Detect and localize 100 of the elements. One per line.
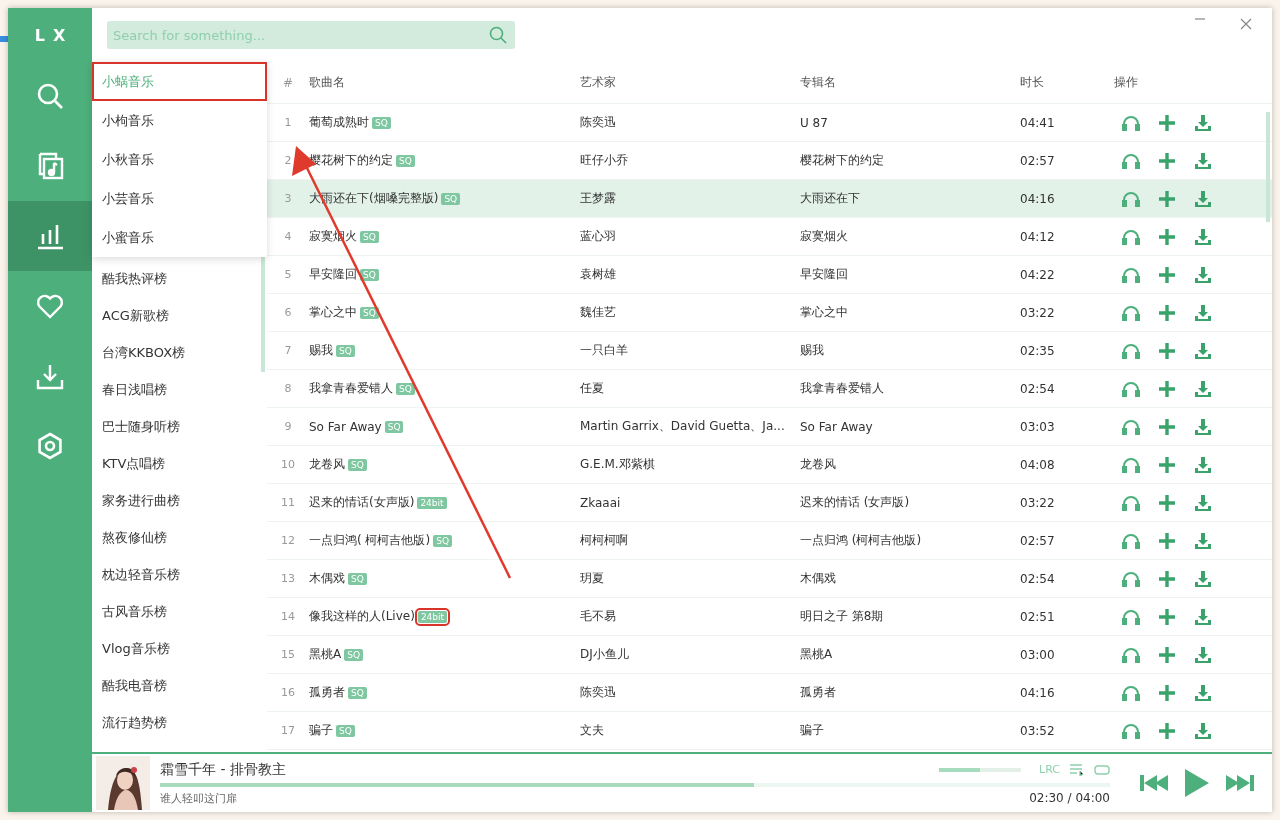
nav-chart-button[interactable] — [8, 201, 92, 271]
chart-list-item[interactable]: 流行趋势榜 — [92, 704, 267, 741]
add-icon[interactable] — [1158, 417, 1176, 436]
song-row[interactable]: 13 木偶戏 SQ 玥夏 木偶戏 02:54 — [267, 560, 1272, 598]
download-icon[interactable] — [1194, 683, 1212, 702]
chart-list-item[interactable]: ACG新歌榜 — [92, 297, 267, 334]
song-row[interactable]: 1 葡萄成熟时 SQ 陈奕迅 U 87 04:41 — [267, 104, 1272, 142]
download-icon[interactable] — [1194, 569, 1212, 588]
headphones-icon[interactable] — [1122, 304, 1140, 321]
add-icon[interactable] — [1158, 683, 1176, 702]
add-icon[interactable] — [1158, 189, 1176, 208]
song-row[interactable]: 16 孤勇者 SQ 陈奕迅 孤勇者 04:16 — [267, 674, 1272, 712]
song-row[interactable]: 8 我拿青春爱错人 SQ 任夏 我拿青春爱错人 02:54 — [267, 370, 1272, 408]
source-menu-item[interactable]: 小秋音乐 — [92, 140, 267, 179]
chart-list-item[interactable]: 枕边轻音乐榜 — [92, 556, 267, 593]
volume-slider[interactable] — [939, 767, 1022, 772]
add-icon[interactable] — [1158, 721, 1176, 740]
headphones-icon[interactable] — [1122, 342, 1140, 359]
download-icon[interactable] — [1194, 417, 1212, 436]
headphones-icon[interactable] — [1122, 152, 1140, 169]
add-icon[interactable] — [1158, 265, 1176, 284]
add-icon[interactable] — [1158, 607, 1176, 626]
song-row[interactable]: 11 迟来的情话(女声版) 24bit Zkaaai 迟来的情话 (女声版) 03:22 — [267, 484, 1272, 522]
play-icon[interactable] — [1184, 768, 1210, 798]
add-icon[interactable] — [1158, 379, 1176, 398]
add-icon[interactable] — [1158, 303, 1176, 322]
song-row[interactable]: 5 早安隆回 SQ 袁树雄 早安隆回 04:22 — [267, 256, 1272, 294]
chart-list-item[interactable]: 春日浅唱榜 — [92, 371, 267, 408]
headphones-icon[interactable] — [1122, 228, 1140, 245]
headphones-icon[interactable] — [1122, 722, 1140, 739]
previous-icon[interactable] — [1140, 773, 1170, 793]
download-icon[interactable] — [1194, 607, 1212, 626]
song-title: 我拿青春爱错人 — [309, 380, 393, 397]
source-menu-item[interactable]: 小芸音乐 — [92, 179, 267, 218]
headphones-icon[interactable] — [1122, 608, 1140, 625]
download-icon[interactable] — [1194, 721, 1212, 740]
add-icon[interactable] — [1158, 113, 1176, 132]
chart-list-item[interactable]: 家务进行曲榜 — [92, 482, 267, 519]
chart-list-item[interactable]: KTV点唱榜 — [92, 445, 267, 482]
loop-icon[interactable] — [1094, 762, 1110, 777]
quality-tag: SQ — [360, 230, 379, 243]
scrollbar-thumb[interactable] — [1266, 112, 1270, 222]
artist-cell-text: 毛不易 — [580, 608, 617, 625]
download-icon[interactable] — [1194, 341, 1212, 360]
headphones-icon[interactable] — [1122, 114, 1140, 131]
download-icon[interactable] — [1194, 379, 1212, 398]
chart-list-item[interactable]: Vlog音乐榜 — [92, 630, 267, 667]
download-icon[interactable] — [1194, 265, 1212, 284]
headphones-icon[interactable] — [1122, 418, 1140, 435]
duration-cell-text: 03:00 — [1020, 647, 1056, 662]
source-menu-item[interactable]: 小蜜音乐 — [92, 218, 267, 257]
next-icon[interactable] — [1224, 773, 1254, 793]
add-icon[interactable] — [1158, 645, 1176, 664]
add-icon[interactable] — [1158, 227, 1176, 246]
download-icon[interactable] — [1194, 189, 1212, 208]
quality-tag: SQ — [372, 116, 391, 129]
headphones-icon[interactable] — [1122, 570, 1140, 587]
quality-tag: 24bit — [417, 496, 447, 509]
search-field[interactable]: Search for something... — [107, 21, 515, 49]
song-row[interactable]: 6 掌心之中 SQ 魏佳艺 掌心之中 03:22 — [267, 294, 1272, 332]
download-icon[interactable] — [1194, 113, 1212, 132]
headphones-icon[interactable] — [1122, 266, 1140, 283]
chart-list-item[interactable]: 酷我电音榜 — [92, 667, 267, 704]
song-row[interactable]: 10 龙卷风 SQ G.E.M.邓紫棋 龙卷风 04:08 — [267, 446, 1272, 484]
add-icon[interactable] — [1158, 531, 1176, 550]
chart-list-item[interactable]: 酷我热评榜 — [92, 260, 267, 297]
add-icon[interactable] — [1158, 151, 1176, 170]
song-row[interactable]: 9 So Far Away SQ Martin Garrix、David Guetta、Ja... So Far Away 03:03 — [267, 408, 1272, 446]
song-row[interactable]: 17 骗子 SQ 文夫 骗子 03:52 — [267, 712, 1272, 750]
download-icon[interactable] — [1194, 227, 1212, 246]
add-icon[interactable] — [1158, 493, 1176, 512]
source-menu-item[interactable]: 小枸音乐 — [92, 101, 267, 140]
close-icon[interactable] — [1240, 18, 1252, 30]
download-icon[interactable] — [1194, 493, 1212, 512]
playlist-icon[interactable] — [1070, 763, 1084, 776]
headphones-icon[interactable] — [1122, 646, 1140, 663]
song-row[interactable]: 7 赐我 SQ 一只白羊 赐我 02:35 — [267, 332, 1272, 370]
headphones-icon[interactable] — [1122, 456, 1140, 473]
headphones-icon[interactable] — [1122, 494, 1140, 511]
headphones-icon[interactable] — [1122, 380, 1140, 397]
chart-list-item[interactable]: 古风音乐榜 — [92, 593, 267, 630]
download-icon[interactable] — [1194, 455, 1212, 474]
add-icon[interactable] — [1158, 569, 1176, 588]
headphones-icon[interactable] — [1122, 190, 1140, 207]
download-icon[interactable] — [1194, 303, 1212, 322]
headphones-icon[interactable] — [1122, 532, 1140, 549]
chart-list-item[interactable]: 台湾KKBOX榜 — [92, 334, 267, 371]
song-row[interactable]: 14 像我这样的人(Live) 24bit 毛不易 明日之子 第8期 02:51 — [267, 598, 1272, 636]
add-icon[interactable] — [1158, 455, 1176, 474]
headphones-icon[interactable] — [1122, 684, 1140, 701]
chart-list-item[interactable]: 巴士随身听榜 — [92, 408, 267, 445]
chart-list-item[interactable]: 熬夜修仙榜 — [92, 519, 267, 556]
download-icon[interactable] — [1194, 645, 1212, 664]
add-icon[interactable] — [1158, 341, 1176, 360]
song-row[interactable]: 15 黑桃A SQ DJ小鱼儿 黑桃A 03:00 — [267, 636, 1272, 674]
song-row[interactable]: 12 一点归鸿( 柯柯吉他版) SQ 柯柯柯啊 一点归鸿 (柯柯吉他版) 02:57 — [267, 522, 1272, 560]
song-title: 像我这样的人(Live) — [309, 608, 415, 625]
download-icon[interactable] — [1194, 151, 1212, 170]
song-title: 赐我 — [309, 342, 333, 359]
download-icon[interactable] — [1194, 531, 1212, 550]
